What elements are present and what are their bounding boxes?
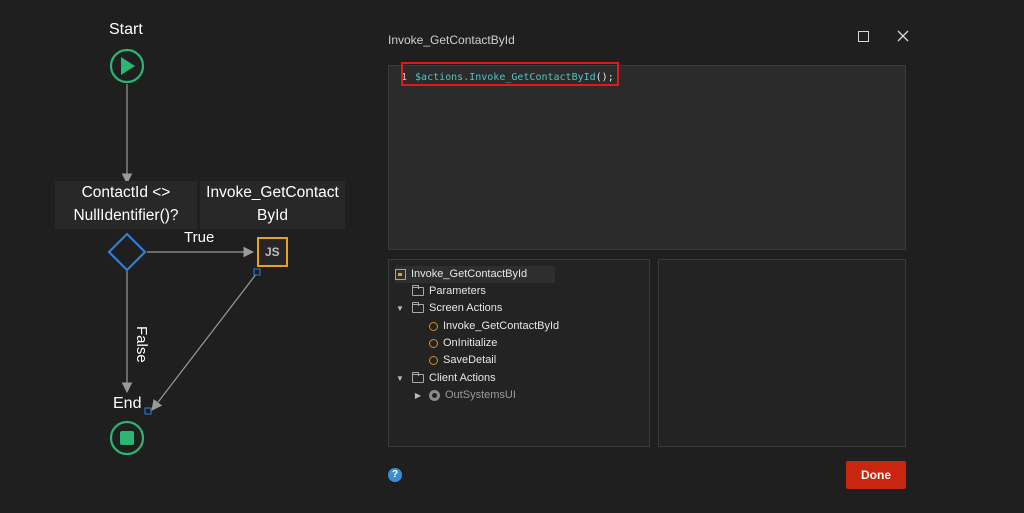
stop-icon <box>120 431 134 445</box>
flow-canvas: Start ContactId <> NullIdentifier()? Inv… <box>0 0 370 513</box>
tree-item-screen-action[interactable]: SaveDetail <box>429 352 496 369</box>
close-button[interactable] <box>892 24 914 46</box>
help-icon[interactable]: ? <box>388 468 402 482</box>
tree-item-module[interactable]: OutSystemsUI <box>429 387 516 404</box>
start-node[interactable] <box>109 48 145 84</box>
screen-action-label: Invoke_GetContactById <box>443 320 560 332</box>
true-label: True <box>184 229 215 246</box>
decision-node[interactable] <box>107 232 147 272</box>
start-label: Start <box>109 21 143 38</box>
tree-item-root-label: Invoke_GetContactById <box>411 268 528 280</box>
tree-item-screen-action[interactable]: OnInitialize <box>429 335 497 352</box>
tree-item-parameters[interactable]: Parameters <box>412 283 486 300</box>
close-icon <box>897 30 909 42</box>
condition-line-1: ContactId <> <box>81 184 171 201</box>
play-icon <box>121 57 135 75</box>
end-node[interactable] <box>109 407 152 456</box>
screen-action-icon <box>429 338 438 348</box>
tree-item-screen-actions[interactable]: Screen Actions <box>412 300 502 317</box>
tree-item-client-actions[interactable]: Client Actions <box>412 370 496 387</box>
tree-item-parameters-label: Parameters <box>429 285 486 297</box>
client-action-icon <box>395 268 406 280</box>
screen-action-icon <box>429 321 438 331</box>
tree-item-screen-action[interactable]: Invoke_GetContactById <box>429 318 559 335</box>
code-editor[interactable]: 1 $actions.Invoke_GetContactById(); <box>388 65 906 250</box>
dialog-title: Invoke_GetContactById <box>388 33 515 47</box>
js-node-label-line-2: ById <box>256 207 288 224</box>
screen-action-label: OnInitialize <box>443 337 498 349</box>
end-label: End <box>113 395 142 412</box>
tree-item-root[interactable]: Invoke_GetContactById <box>395 266 555 283</box>
highlight-box <box>401 62 619 86</box>
flow-connectors <box>107 48 288 456</box>
description-panel <box>658 259 906 447</box>
screen-action-icon <box>429 355 438 365</box>
expand-caret-down-icon[interactable]: ▼ <box>395 374 405 383</box>
expand-caret-right-icon[interactable]: ▶ <box>413 391 423 400</box>
folder-open-icon <box>412 371 424 383</box>
folder-open-icon <box>412 301 424 313</box>
module-label: OutSystemsUI <box>445 389 516 401</box>
condition-line-2: NullIdentifier()? <box>73 207 179 224</box>
tree-item-screen-actions-label: Screen Actions <box>429 302 503 314</box>
done-button[interactable]: Done <box>846 461 906 489</box>
js-node-label-line-1: Invoke_GetContact <box>206 184 339 201</box>
js-icon-text: JS <box>265 245 280 259</box>
js-node-label: Invoke_GetContact ById <box>200 181 345 229</box>
tree-item-client-actions-label: Client Actions <box>429 372 496 384</box>
scope-tree-panel: Invoke_GetContactById Parameters ▼ Scree… <box>388 259 650 447</box>
module-icon <box>429 389 440 401</box>
false-label: False <box>133 326 150 363</box>
folder-icon <box>412 284 424 296</box>
expand-caret-down-icon[interactable]: ▼ <box>395 304 405 313</box>
condition-label: ContactId <> NullIdentifier()? <box>55 181 197 229</box>
maximize-icon <box>857 30 869 42</box>
screen-action-label: SaveDetail <box>443 354 497 366</box>
maximize-button[interactable] <box>852 24 874 46</box>
